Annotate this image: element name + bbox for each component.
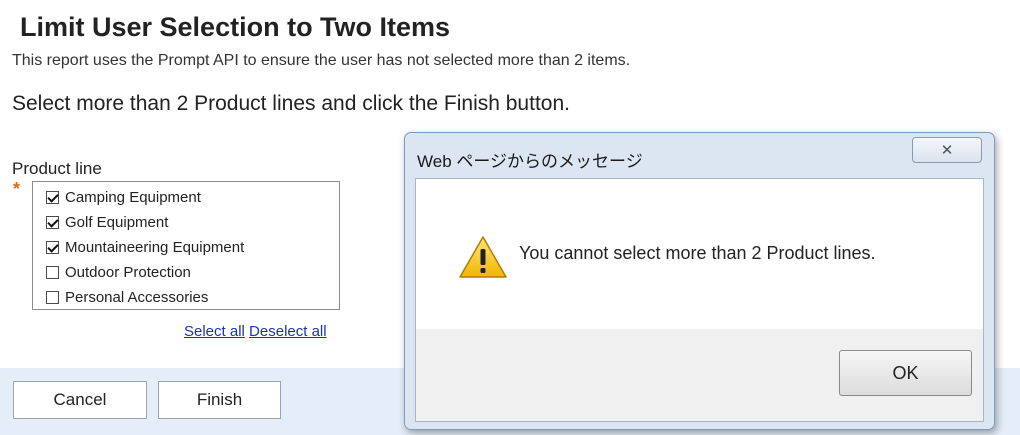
page-title: Limit User Selection to Two Items: [20, 12, 451, 42]
option-mountaineering-equipment[interactable]: Mountaineering Equipment: [46, 237, 244, 257]
dialog-body: You cannot select more than 2 Product li…: [415, 178, 984, 422]
alert-dialog: Web ページからのメッセージ ✕ You cannot select more…: [404, 132, 995, 430]
close-icon: ✕: [940, 142, 954, 159]
dialog-message: You cannot select more than 2 Product li…: [519, 243, 876, 263]
dialog-title: Web ページからのメッセージ: [417, 152, 643, 171]
checkbox-camping-equipment[interactable]: [46, 190, 59, 204]
option-camping-equipment[interactable]: Camping Equipment: [46, 187, 201, 207]
checkbox-mountaineering-equipment[interactable]: [46, 240, 59, 254]
warning-icon: [459, 236, 507, 278]
finish-button[interactable]: Finish: [158, 381, 281, 419]
required-marker: *: [13, 179, 21, 199]
cancel-button[interactable]: Cancel: [13, 381, 147, 419]
option-outdoor-protection[interactable]: Outdoor Protection: [46, 262, 191, 282]
page-description: This report uses the Prompt API to ensur…: [12, 52, 631, 69]
option-label: Camping Equipment: [65, 188, 201, 206]
close-button[interactable]: ✕: [912, 137, 982, 163]
option-golf-equipment[interactable]: Golf Equipment: [46, 212, 168, 232]
deselect-all-link[interactable]: Deselect all: [249, 323, 327, 340]
checkbox-golf-equipment[interactable]: [46, 215, 59, 229]
product-line-listbox[interactable]: Camping Equipment Golf Equipment Mountai…: [32, 181, 340, 310]
option-personal-accessories[interactable]: Personal Accessories: [46, 287, 208, 307]
option-label: Golf Equipment: [65, 213, 169, 231]
checkbox-personal-accessories[interactable]: [46, 290, 59, 304]
product-line-label: Product line: [12, 159, 102, 178]
selection-links: Select all Deselect all: [184, 323, 327, 340]
option-label: Mountaineering Equipment: [65, 238, 245, 256]
dialog-message-area: You cannot select more than 2 Product li…: [416, 179, 983, 329]
select-all-link[interactable]: Select all: [184, 323, 245, 340]
checkbox-outdoor-protection[interactable]: [46, 265, 59, 279]
option-label: Personal Accessories: [65, 288, 209, 306]
instruction-text: Select more than 2 Product lines and cli…: [12, 92, 570, 115]
ok-button[interactable]: OK: [839, 350, 972, 396]
option-label: Outdoor Protection: [65, 263, 191, 281]
